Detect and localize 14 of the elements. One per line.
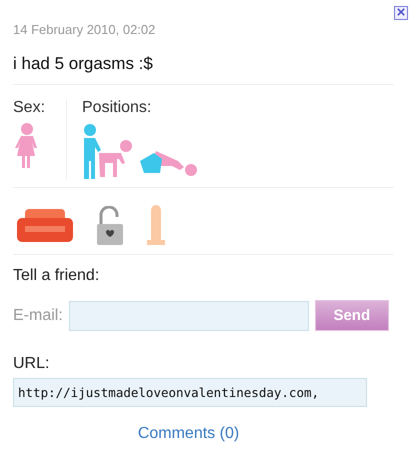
- url-field[interactable]: http://ijustmadeloveonvalentinesday.com,: [13, 378, 367, 407]
- email-field[interactable]: [68, 300, 309, 330]
- comments-link[interactable]: Comments (0): [13, 425, 394, 443]
- email-label: E-mail:: [13, 306, 63, 324]
- unlocked-padlock-icon: [95, 206, 123, 246]
- two-figures-icon: [82, 123, 132, 179]
- close-button[interactable]: ×: [394, 6, 408, 20]
- url-label: URL:: [13, 355, 50, 373]
- sex-label: Sex:: [13, 99, 46, 117]
- post-title: i had 5 orgasms :$: [13, 54, 394, 85]
- post-date: 14 February 2010, 02:02: [13, 22, 156, 37]
- condom-icon: [145, 202, 167, 246]
- positions-label: Positions:: [82, 99, 152, 117]
- tell-a-friend-heading: Tell a friend:: [13, 267, 100, 285]
